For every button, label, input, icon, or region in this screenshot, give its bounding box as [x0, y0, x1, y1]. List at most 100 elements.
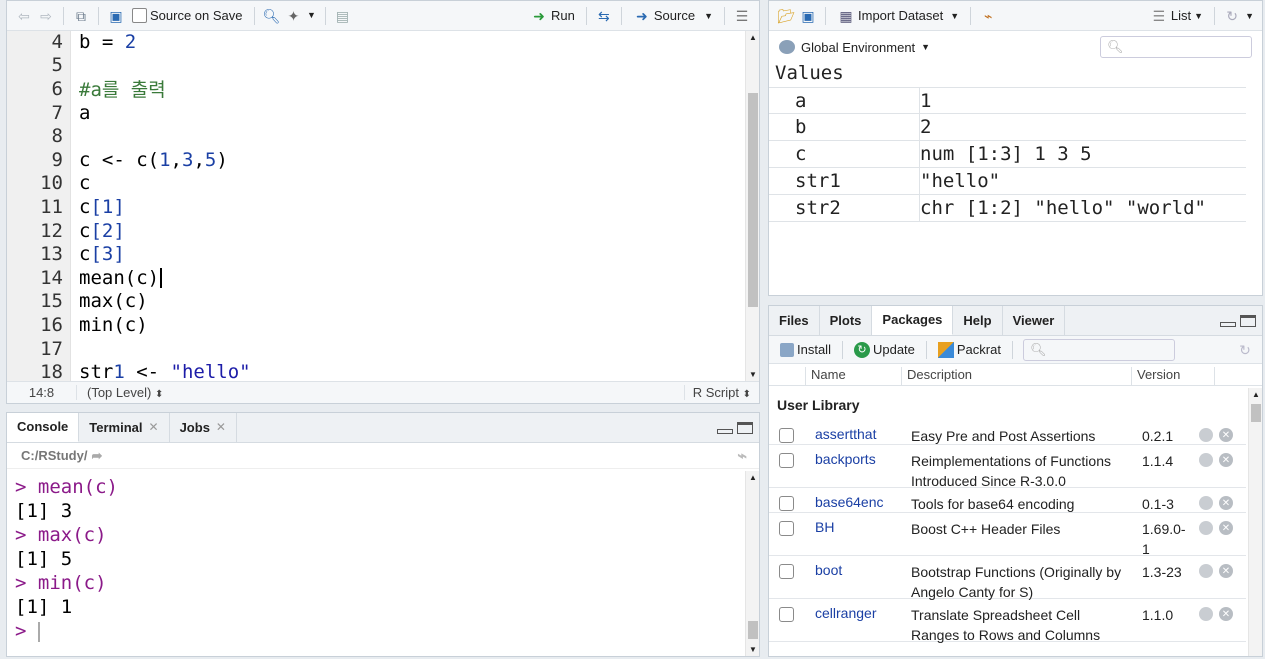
- package-load-checkbox[interactable]: [779, 564, 794, 579]
- source-on-save-toggle[interactable]: Source on Save: [129, 6, 246, 25]
- clear-console-broom-icon[interactable]: ⌁: [737, 446, 747, 466]
- globe-icon[interactable]: [1199, 453, 1213, 467]
- tab-terminal[interactable]: Terminal ✕: [79, 413, 170, 442]
- code-tools-wand-icon[interactable]: ✦: [285, 7, 303, 25]
- maximize-icon[interactable]: [737, 422, 753, 434]
- chevron-down-icon[interactable]: ▼: [704, 11, 713, 21]
- tab-help[interactable]: Help: [953, 306, 1003, 335]
- filetype-selector[interactable]: R Script ⬍: [683, 385, 759, 400]
- tab-plots[interactable]: Plots: [820, 306, 873, 335]
- open-folder-icon[interactable]: 📂︎: [777, 7, 795, 25]
- env-value-row[interactable]: str1 "hello": [769, 167, 1246, 195]
- view-mode-dropdown[interactable]: ☰ List ▼: [1147, 5, 1206, 27]
- code-line[interactable]: 9 c <- c(1,3,5): [7, 148, 759, 172]
- refresh-icon[interactable]: ↻: [1223, 7, 1241, 25]
- tab-console[interactable]: Console: [7, 413, 80, 442]
- code-line[interactable]: 15 max(c): [7, 290, 759, 314]
- install-button[interactable]: Install: [777, 340, 834, 359]
- package-load-checkbox[interactable]: [779, 453, 794, 468]
- tab-viewer[interactable]: Viewer: [1003, 306, 1066, 335]
- package-name-link[interactable]: boot: [815, 562, 842, 578]
- packages-scrollbar[interactable]: ▲: [1248, 388, 1262, 656]
- go-to-directory-icon[interactable]: ➦: [91, 448, 102, 464]
- env-search-input[interactable]: 🔍︎: [1100, 36, 1252, 58]
- code-line[interactable]: 6 #a를 출력: [7, 77, 759, 102]
- back-arrow-icon[interactable]: ⇦: [15, 7, 33, 25]
- find-replace-icon[interactable]: 🔍︎: [263, 7, 281, 25]
- run-button[interactable]: ➜ Run: [527, 5, 578, 27]
- chevron-down-icon[interactable]: ▼: [307, 7, 317, 25]
- show-in-window-icon[interactable]: ⧉: [72, 7, 90, 25]
- chevron-down-icon[interactable]: ▼: [1245, 11, 1254, 21]
- code-line[interactable]: 18 str1 <- "hello": [7, 360, 759, 381]
- scroll-up-arrow[interactable]: ▲: [1252, 390, 1260, 399]
- package-name-link[interactable]: assertthat: [815, 426, 876, 442]
- remove-package-icon[interactable]: ✕: [1219, 607, 1233, 621]
- save-icon[interactable]: ▣: [107, 7, 125, 25]
- code-line[interactable]: 14 mean(c): [7, 266, 759, 290]
- compile-report-icon[interactable]: ▤: [334, 7, 352, 25]
- rerun-icon[interactable]: ⇆: [595, 7, 613, 25]
- code-line[interactable]: 13 c[3]: [7, 242, 759, 266]
- env-value-row[interactable]: a1: [769, 87, 1246, 114]
- env-value-row[interactable]: b2: [769, 113, 1246, 141]
- editor-scrollbar[interactable]: ▲ ▼: [745, 31, 759, 381]
- env-value-row[interactable]: c num [1:3] 1 3 5: [769, 140, 1246, 168]
- remove-package-icon[interactable]: ✕: [1219, 428, 1233, 442]
- code-line[interactable]: 12 c[2]: [7, 219, 759, 243]
- package-name-link[interactable]: cellranger: [815, 605, 876, 621]
- update-button[interactable]: ↻ Update: [851, 340, 918, 360]
- clear-broom-icon[interactable]: ⌁: [979, 7, 997, 25]
- package-load-checkbox[interactable]: [779, 521, 794, 536]
- scroll-down-arrow[interactable]: ▼: [749, 645, 757, 654]
- code-line[interactable]: 16 min(c): [7, 313, 759, 337]
- console-scrollbar[interactable]: ▲ ▼: [745, 471, 759, 656]
- refresh-icon[interactable]: ↻: [1236, 341, 1254, 359]
- forward-arrow-icon[interactable]: ⇨: [37, 7, 55, 25]
- column-header-name[interactable]: Name: [805, 367, 901, 385]
- remove-package-icon[interactable]: ✕: [1219, 564, 1233, 578]
- code-line[interactable]: 10 c: [7, 172, 759, 196]
- code-line[interactable]: 4 b = 2: [7, 31, 759, 54]
- column-header-description[interactable]: Description: [901, 367, 1131, 385]
- remove-package-icon[interactable]: ✕: [1219, 496, 1233, 510]
- package-load-checkbox[interactable]: [779, 607, 794, 622]
- close-icon[interactable]: ✕: [216, 420, 226, 434]
- source-on-save-checkbox[interactable]: [132, 8, 147, 23]
- scope-selector[interactable]: (Top Level) ⬍: [77, 385, 163, 400]
- globe-icon[interactable]: [1199, 607, 1213, 621]
- globe-icon[interactable]: [1199, 521, 1213, 535]
- tab-packages[interactable]: Packages: [872, 306, 954, 335]
- code-line[interactable]: 17: [7, 337, 759, 361]
- source-button[interactable]: ➜ Source ▼: [630, 5, 716, 27]
- globe-icon[interactable]: [1199, 564, 1213, 578]
- close-icon[interactable]: ✕: [149, 420, 159, 434]
- env-value-row[interactable]: str2 chr [1:2] "hello" "world": [769, 194, 1246, 222]
- package-load-checkbox[interactable]: [779, 428, 794, 443]
- minimize-icon[interactable]: [717, 429, 733, 434]
- code-line[interactable]: 8: [7, 124, 759, 148]
- env-scope-dropdown[interactable]: Global Environment ▼: [779, 40, 930, 55]
- scroll-thumb[interactable]: [748, 93, 758, 307]
- column-header-version[interactable]: Version: [1131, 367, 1215, 385]
- globe-icon[interactable]: [1199, 496, 1213, 510]
- scroll-down-arrow[interactable]: ▼: [749, 370, 757, 379]
- globe-icon[interactable]: [1199, 428, 1213, 442]
- console-output[interactable]: > mean(c) [1] 3 > max(c) [1] 5 > min(c) [1] 1…: [15, 476, 743, 656]
- save-icon[interactable]: ▣: [799, 7, 817, 25]
- working-directory[interactable]: C:/RStudy/: [21, 448, 87, 463]
- code-line[interactable]: 7a: [7, 101, 759, 125]
- document-outline-icon[interactable]: ☰: [733, 7, 751, 25]
- code-line[interactable]: 5: [7, 54, 759, 78]
- scroll-up-arrow[interactable]: ▲: [749, 33, 757, 42]
- tab-jobs[interactable]: Jobs ✕: [170, 413, 237, 442]
- import-dataset-button[interactable]: ▦ Import Dataset ▼: [834, 5, 962, 27]
- scroll-up-arrow[interactable]: ▲: [749, 473, 757, 482]
- maximize-icon[interactable]: [1240, 315, 1256, 327]
- code-line[interactable]: 11 c[1]: [7, 195, 759, 219]
- scroll-thumb[interactable]: [1251, 404, 1261, 422]
- packrat-button[interactable]: Packrat: [935, 340, 1004, 360]
- package-search-input[interactable]: 🔍︎: [1022, 338, 1175, 361]
- package-name-link[interactable]: base64enc: [815, 494, 884, 510]
- package-load-checkbox[interactable]: [779, 496, 794, 511]
